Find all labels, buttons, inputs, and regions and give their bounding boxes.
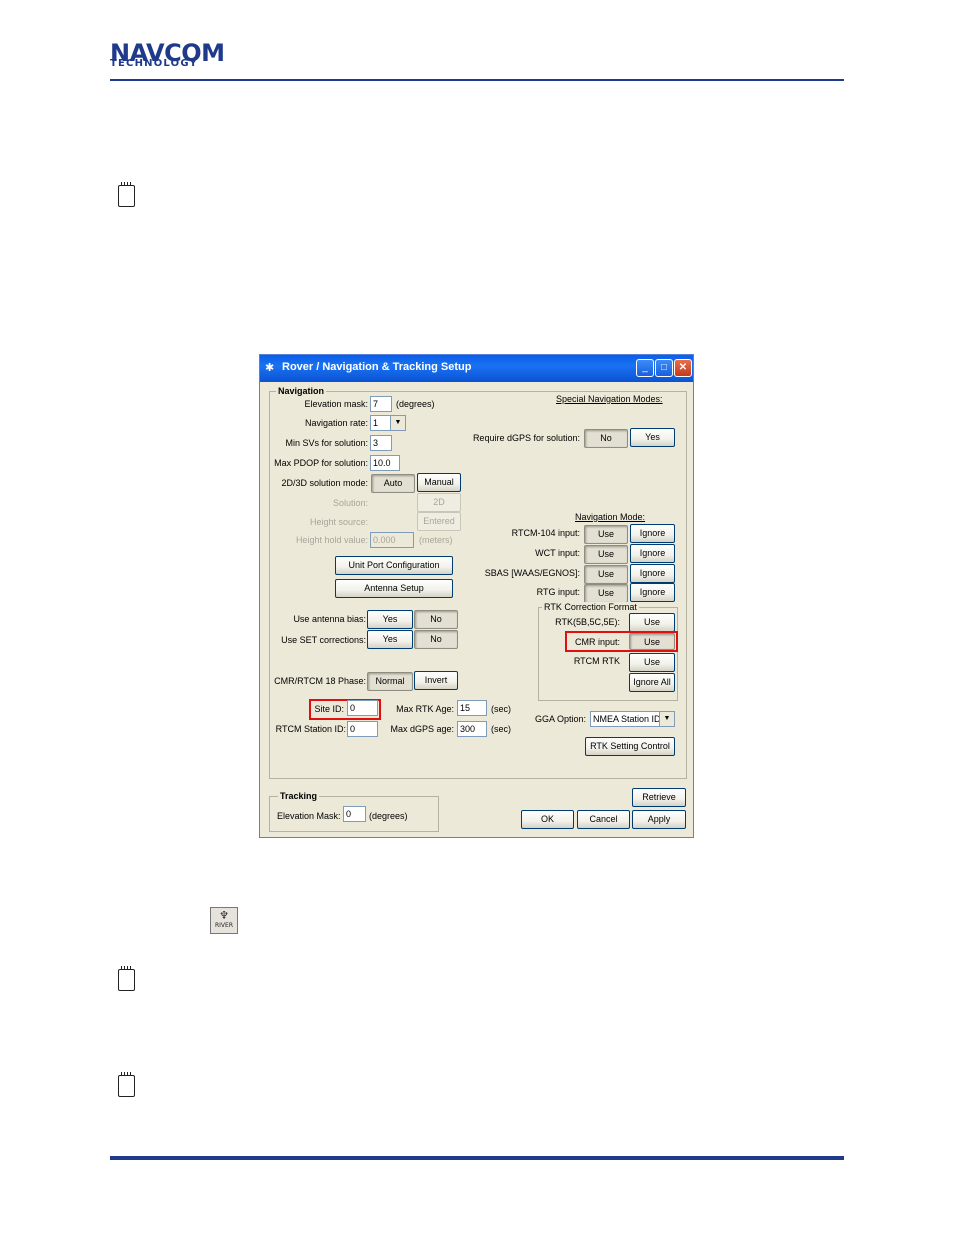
ignore-all-button[interactable]: Ignore All: [629, 673, 675, 692]
wct-use-button[interactable]: Use: [584, 545, 628, 564]
rtcm104-ignore-button[interactable]: Ignore: [630, 524, 675, 543]
max-dgps-age-input[interactable]: 300: [457, 721, 487, 737]
max-rtk-age-unit: (sec): [491, 704, 511, 714]
rtcm104-use-button[interactable]: Use: [584, 525, 628, 544]
height-source-entered-button[interactable]: Entered: [417, 512, 461, 531]
rtg-use-button[interactable]: Use: [584, 584, 628, 603]
phase-normal-button[interactable]: Normal: [367, 672, 413, 691]
app-icon: ✱: [265, 362, 275, 374]
minimize-icon[interactable]: _: [636, 359, 654, 377]
gga-option-label: GGA Option:: [534, 714, 586, 724]
elevation-mask-label: Elevation mask:: [304, 399, 368, 409]
max-rtk-age-label: Max RTK Age:: [396, 704, 454, 714]
cmr-input-use-button[interactable]: Use: [629, 633, 675, 650]
navigation-rate-select[interactable]: 1 ▼: [370, 415, 406, 431]
sbas-label: SBAS [WAAS/EGNOS]:: [484, 568, 580, 578]
tracking-elevation-mask-unit: (degrees): [369, 811, 408, 821]
rtk-5b-label: RTK(5B,5C,5E):: [555, 617, 620, 627]
max-pdop-label: Max PDOP for solution:: [274, 458, 368, 468]
elevation-mask-input[interactable]: 7: [370, 396, 392, 412]
rtcm104-label: RTCM-104 input:: [511, 528, 580, 538]
max-pdop-input[interactable]: 10.0: [370, 455, 400, 471]
navigation-mode-label: Navigation Mode:: [575, 512, 646, 522]
site-id-label: Site ID:: [314, 704, 344, 714]
rtcm-station-id-label: RTCM Station ID:: [275, 724, 346, 734]
chevron-down-icon: ▼: [390, 416, 405, 430]
sbas-ignore-button[interactable]: Ignore: [630, 564, 675, 583]
auto-button[interactable]: Auto: [371, 474, 415, 493]
close-icon[interactable]: ✕: [674, 359, 692, 377]
max-dgps-age-unit: (sec): [491, 724, 511, 734]
note-icon: [118, 1072, 135, 1097]
cancel-button[interactable]: Cancel: [577, 810, 630, 829]
rtk-correction-format-label: RTK Correction Format: [542, 602, 639, 612]
special-navigation-modes-label: Special Navigation Modes:: [556, 394, 663, 404]
note-icon: [118, 966, 135, 991]
unit-port-configuration-button[interactable]: Unit Port Configuration: [335, 556, 453, 575]
max-rtk-age-input[interactable]: 15: [457, 700, 487, 716]
header-rule: [110, 79, 844, 81]
site-id-input[interactable]: 0: [347, 700, 378, 716]
solution-2d-button[interactable]: 2D: [417, 493, 461, 512]
note-icon: [118, 182, 135, 207]
elevation-mask-unit: (degrees): [396, 399, 435, 409]
gga-option-value: NMEA Station ID: [593, 714, 661, 724]
rover-setup-dialog: ✱ Rover / Navigation & Tracking Setup _ …: [259, 354, 694, 838]
height-source-label: Height source:: [309, 517, 368, 527]
wct-label: WCT input:: [535, 548, 580, 558]
footer-rule: [110, 1156, 844, 1160]
rtk-setting-control-button[interactable]: RTK Setting Control: [585, 737, 675, 756]
cmr-input-label: CMR input:: [574, 637, 620, 647]
navigation-rate-value: 1: [373, 418, 379, 428]
solution-label: Solution:: [332, 498, 368, 508]
solution-mode-label: 2D/3D solution mode:: [281, 478, 368, 488]
set-corrections-no-button[interactable]: No: [414, 630, 458, 649]
cmr-phase-label: CMR/RTCM 18 Phase:: [274, 676, 366, 686]
rtcm-rtk-use-button[interactable]: Use: [629, 653, 675, 672]
set-corrections-yes-button[interactable]: Yes: [367, 630, 413, 649]
wct-ignore-button[interactable]: Ignore: [630, 544, 675, 563]
dialog-client: Navigation Elevation mask: 7 (degrees) N…: [260, 382, 693, 837]
rtg-ignore-button[interactable]: Ignore: [630, 583, 675, 602]
use-antenna-bias-label: Use antenna bias:: [293, 614, 366, 624]
phase-invert-button[interactable]: Invert: [414, 671, 458, 690]
river-toolbar-icon[interactable]: ♆ RIVER: [210, 907, 238, 934]
tracking-elevation-mask-label: Elevation Mask:: [277, 811, 341, 821]
rtg-label: RTG input:: [536, 587, 580, 597]
dialog-titlebar: ✱ Rover / Navigation & Tracking Setup _ …: [260, 355, 693, 382]
min-svs-label: Min SVs for solution:: [285, 438, 368, 448]
navcom-logo-subtitle: TECHNOLOGY: [110, 58, 198, 69]
sbas-use-button[interactable]: Use: [584, 565, 628, 584]
max-dgps-age-label: Max dGPS age:: [390, 724, 454, 734]
height-hold-input[interactable]: 0.000: [370, 532, 414, 548]
require-dgps-no-button[interactable]: No: [584, 429, 628, 448]
tracking-elevation-mask-input[interactable]: 0: [343, 806, 366, 822]
require-dgps-label: Require dGPS for solution:: [472, 433, 580, 443]
river-icon-label: RIVER: [214, 922, 233, 929]
tracking-group-title: Tracking: [278, 791, 320, 801]
rtcm-rtk-label: RTCM RTK: [573, 656, 620, 666]
retrieve-button[interactable]: Retrieve: [632, 788, 686, 807]
antenna-icon: ♆: [219, 909, 229, 922]
gga-option-select[interactable]: NMEA Station ID ▼: [590, 711, 675, 727]
height-hold-unit: (meters): [419, 535, 453, 545]
maximize-icon[interactable]: □: [655, 359, 673, 377]
rtcm-station-id-input[interactable]: 0: [347, 721, 378, 737]
navigation-rate-label: Navigation rate:: [304, 418, 368, 428]
manual-button[interactable]: Manual: [417, 473, 461, 492]
antenna-bias-yes-button[interactable]: Yes: [367, 610, 413, 629]
antenna-setup-button[interactable]: Antenna Setup: [335, 579, 453, 598]
min-svs-input[interactable]: 3: [370, 435, 392, 451]
chevron-down-icon: ▼: [659, 712, 674, 726]
dialog-title: Rover / Navigation & Tracking Setup: [282, 361, 472, 373]
antenna-bias-no-button[interactable]: No: [414, 610, 458, 629]
navigation-group-title: Navigation: [276, 386, 327, 396]
require-dgps-yes-button[interactable]: Yes: [630, 428, 675, 447]
height-hold-label: Height hold value:: [295, 535, 368, 545]
use-set-corrections-label: Use SET corrections:: [281, 635, 366, 645]
ok-button[interactable]: OK: [521, 810, 574, 829]
rtk-5b-use-button[interactable]: Use: [629, 613, 675, 632]
apply-button[interactable]: Apply: [632, 810, 686, 829]
